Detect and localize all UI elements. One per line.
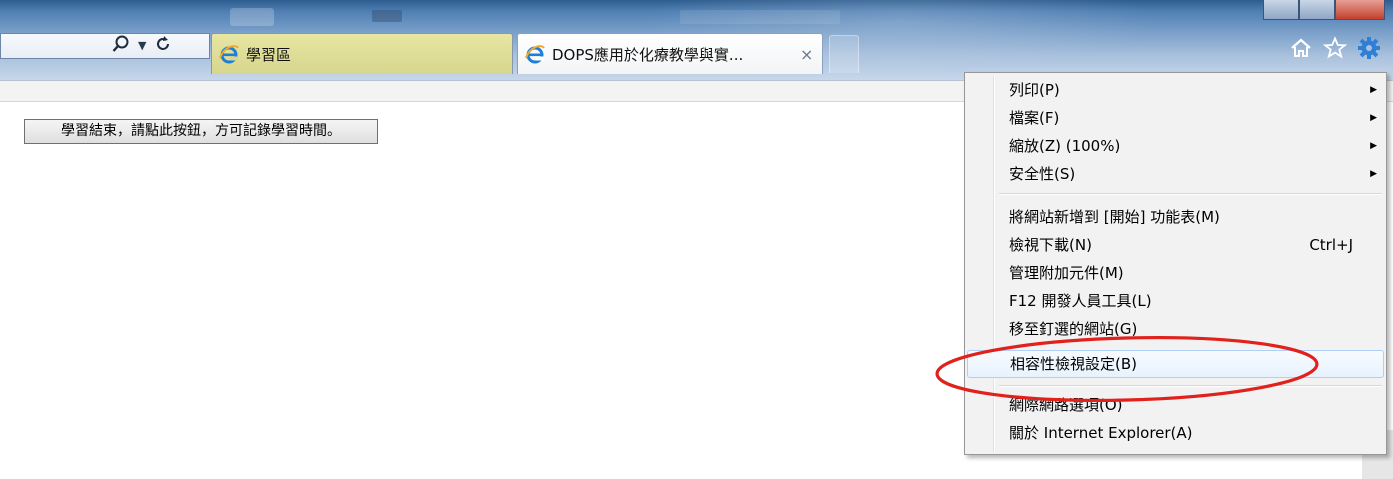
menu-item-label: 縮放(Z) (100%) <box>1009 137 1121 155</box>
magnifier-icon[interactable] <box>112 35 130 58</box>
menu-item-manage-addons[interactable]: 管理附加元件(M) <box>967 259 1384 287</box>
toolbar-right-icons <box>1289 36 1381 60</box>
ie-logo-icon <box>524 43 546 65</box>
frame-background-element <box>230 8 274 26</box>
submenu-arrow-icon: ▶ <box>1370 85 1377 95</box>
tab-title: 學習區 <box>246 45 292 64</box>
refresh-icon[interactable] <box>154 35 172 58</box>
favorites-star-icon[interactable] <box>1323 36 1347 60</box>
home-icon[interactable] <box>1289 36 1313 60</box>
menu-item-print[interactable]: 列印(P) ▶ <box>967 76 1384 104</box>
submenu-arrow-icon: ▶ <box>1370 141 1377 151</box>
chevron-down-icon[interactable]: ▼ <box>138 35 146 57</box>
menu-item-label: 檢視下載(N) <box>1009 236 1092 254</box>
new-tab-button[interactable] <box>829 35 859 73</box>
tab-learning-area[interactable]: 學習區 <box>211 33 513 74</box>
close-window-button[interactable] <box>1335 0 1385 20</box>
frame-background-element <box>680 10 840 24</box>
menu-separator <box>999 385 1382 387</box>
menu-item-shortcut: Ctrl+J <box>1309 236 1353 254</box>
tab-dops[interactable]: DOPS應用於化療教學與實... × <box>517 33 823 74</box>
menu-item-view-downloads[interactable]: 檢視下載(N) Ctrl+J <box>967 231 1384 259</box>
menu-item-label: 檔案(F) <box>1009 109 1060 127</box>
menu-item-label: 將網站新增到 [開始] 功能表(M) <box>1009 208 1220 226</box>
frame-background-element <box>372 10 402 22</box>
submenu-arrow-icon: ▶ <box>1370 113 1377 123</box>
menu-item-file[interactable]: 檔案(F) ▶ <box>967 104 1384 132</box>
menu-item-compatibility-view-settings[interactable]: 相容性檢視設定(B) <box>967 350 1384 378</box>
menu-item-add-site-to-start[interactable]: 將網站新增到 [開始] 功能表(M) <box>967 203 1384 231</box>
menu-item-label: 移至釘選的網站(G) <box>1009 320 1138 338</box>
menu-item-label: 管理附加元件(M) <box>1009 264 1124 282</box>
menu-item-about-ie[interactable]: 關於 Internet Explorer(A) <box>967 419 1384 447</box>
address-bar[interactable] <box>0 33 210 59</box>
menu-item-pinned-sites[interactable]: 移至釘選的網站(G) <box>967 315 1384 343</box>
window-caption-buttons <box>1263 0 1385 20</box>
finish-learning-button[interactable]: 學習結束，請點此按鈕，方可記錄學習時間。 <box>24 119 378 144</box>
menu-item-label: 列印(P) <box>1009 81 1060 99</box>
submenu-arrow-icon: ▶ <box>1370 169 1377 179</box>
menu-item-zoom[interactable]: 縮放(Z) (100%) ▶ <box>967 132 1384 160</box>
menu-separator <box>999 193 1382 195</box>
menu-item-label: 安全性(S) <box>1009 165 1076 183</box>
menu-item-label: 相容性檢視設定(B) <box>1010 355 1137 373</box>
menu-item-safety[interactable]: 安全性(S) ▶ <box>967 160 1384 188</box>
menu-item-label: F12 開發人員工具(L) <box>1009 292 1152 310</box>
tools-menu: 列印(P) ▶ 檔案(F) ▶ 縮放(Z) (100%) ▶ 安全性(S) ▶ … <box>964 72 1387 455</box>
minimize-button[interactable] <box>1263 0 1299 20</box>
tab-title: DOPS應用於化療教學與實... <box>552 45 744 64</box>
menu-item-internet-options[interactable]: 網際網路選項(O) <box>967 391 1384 419</box>
close-tab-icon[interactable]: × <box>800 45 813 64</box>
tools-gear-icon[interactable] <box>1357 36 1381 60</box>
address-tools: ▼ <box>112 35 172 57</box>
menu-item-f12-devtools[interactable]: F12 開發人員工具(L) <box>967 287 1384 315</box>
menu-item-label: 關於 Internet Explorer(A) <box>1009 424 1193 442</box>
maximize-button[interactable] <box>1299 0 1335 20</box>
menu-item-label: 網際網路選項(O) <box>1009 396 1123 414</box>
ie-logo-icon <box>218 43 240 65</box>
